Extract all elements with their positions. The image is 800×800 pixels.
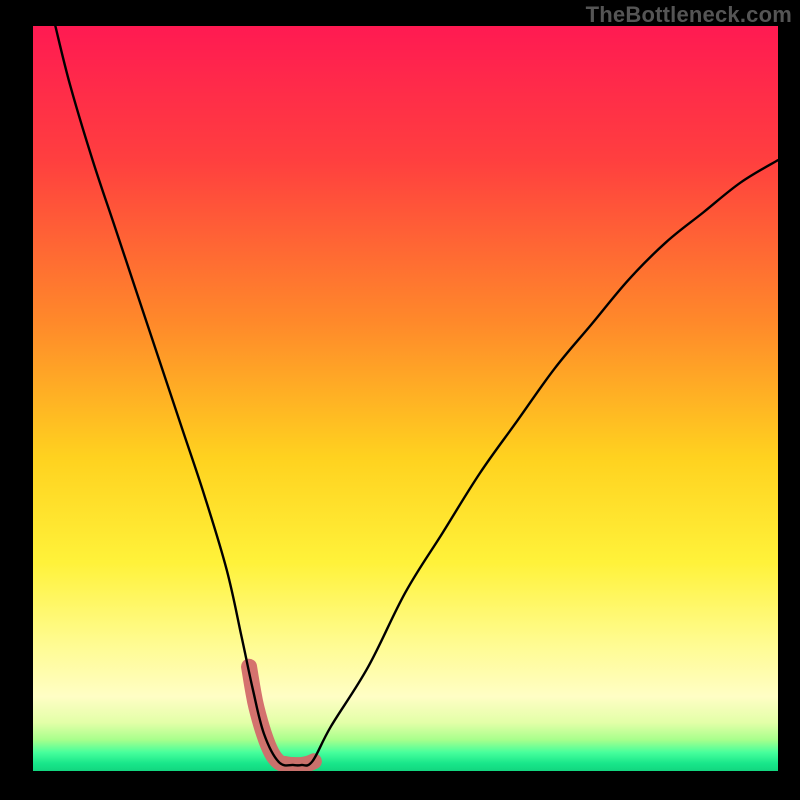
attribution-label: TheBottleneck.com	[586, 2, 792, 28]
chart-container: TheBottleneck.com	[0, 0, 800, 800]
gradient-background	[33, 26, 778, 771]
plot-area	[33, 26, 778, 771]
bottleneck-chart	[0, 0, 800, 800]
